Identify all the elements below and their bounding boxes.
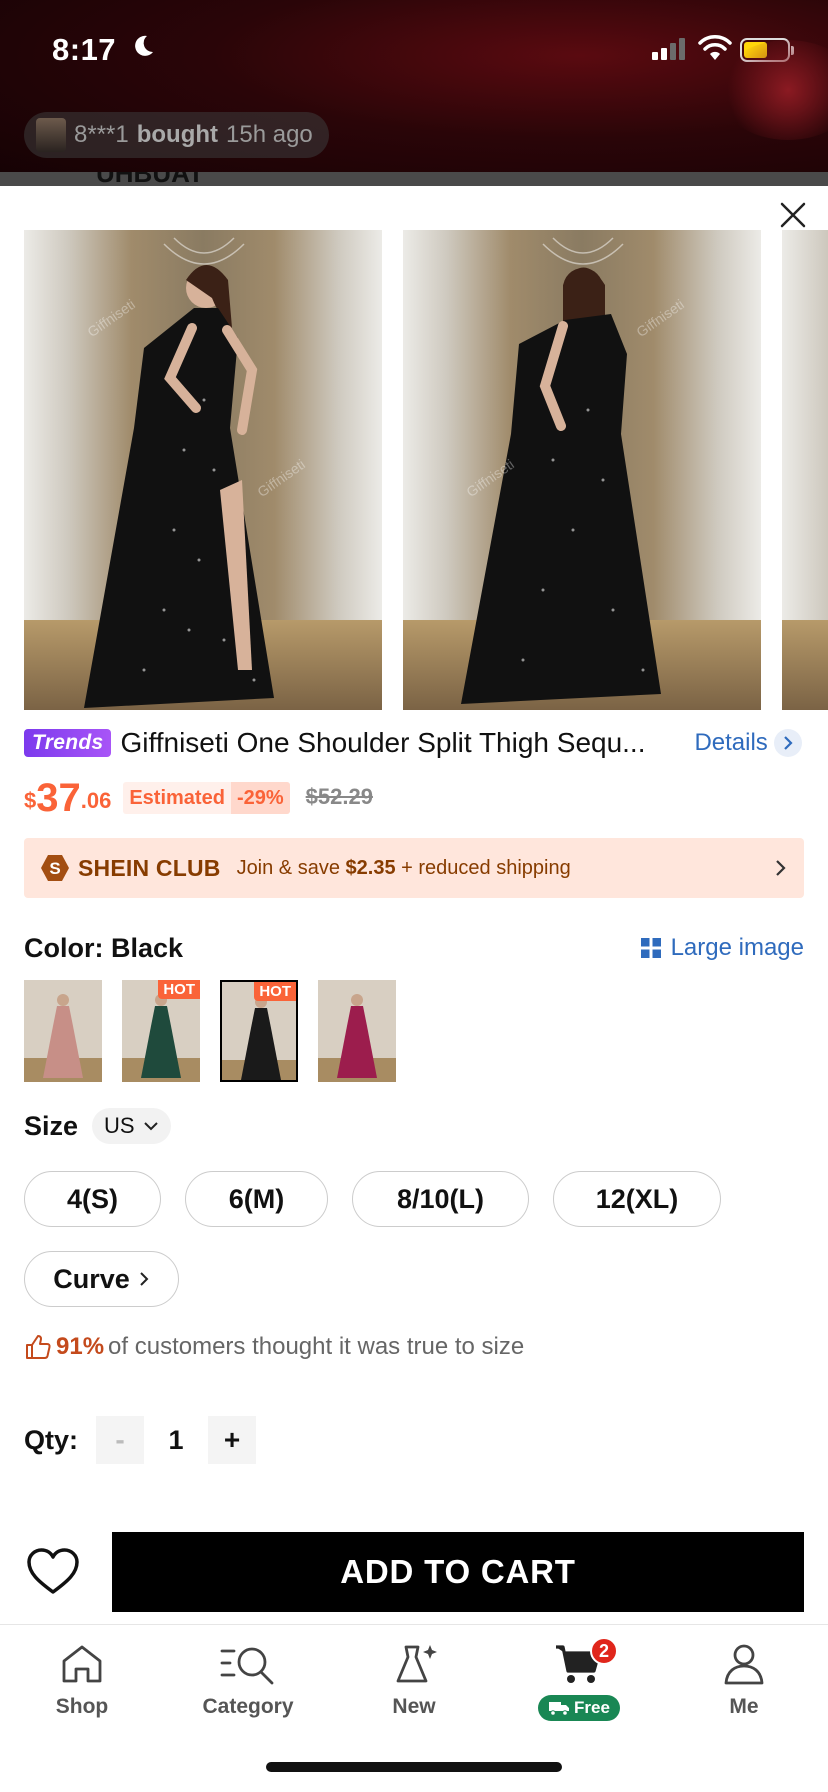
tab-me-label: Me xyxy=(729,1695,759,1718)
estimated-label: Estimated xyxy=(129,786,225,809)
product-photo-third[interactable] xyxy=(782,230,828,710)
background-peek-text: UHBUAT xyxy=(96,172,204,186)
thumbs-up-icon xyxy=(26,1335,51,1359)
club-save-amount: $2.35 xyxy=(345,856,396,879)
price-integer: 37 xyxy=(36,776,81,820)
tab-category-label: Category xyxy=(202,1695,294,1718)
moon-icon xyxy=(135,35,153,56)
grid-icon xyxy=(640,938,661,958)
quantity-row: Qty: - 1 + xyxy=(24,1416,256,1464)
purchase-action: bought xyxy=(136,121,219,148)
fit-percent: 91% xyxy=(56,1333,105,1360)
fit-feedback: 91% of customers thought it was true to … xyxy=(24,1330,524,1364)
original-price: $52.29 xyxy=(305,784,373,809)
size-label: Size xyxy=(24,1110,79,1141)
details-link[interactable]: Details xyxy=(694,729,802,757)
home-indicator[interactable] xyxy=(266,1762,562,1772)
chevron-right-icon xyxy=(773,729,802,757)
dress-sparkle-icon xyxy=(396,1645,437,1683)
curve-label: Curve xyxy=(53,1263,130,1294)
tab-shop[interactable]: Shop xyxy=(7,1643,157,1719)
details-label: Details xyxy=(694,729,768,756)
category-search-icon xyxy=(220,1647,274,1685)
hot-badge: HOT xyxy=(254,982,296,1001)
fit-text: of customers thought it was true to size xyxy=(108,1333,525,1360)
price-row: $ 37 .06 Estimated -29% $52.29 xyxy=(24,776,373,818)
tab-me[interactable]: Me xyxy=(669,1643,819,1719)
add-to-cart-button[interactable]: ADD TO CART xyxy=(112,1532,804,1612)
large-image-toggle[interactable]: Large image xyxy=(640,934,804,962)
hot-badge: HOT xyxy=(158,980,200,999)
close-icon[interactable] xyxy=(778,200,808,230)
chevron-right-icon xyxy=(776,860,786,876)
truck-icon xyxy=(549,1702,570,1716)
size-option-12xl[interactable]: 12(XL) xyxy=(553,1171,721,1227)
size-unit-value: US xyxy=(104,1113,135,1138)
chevron-right-icon xyxy=(140,1272,149,1286)
color-row: Color: Black Large image xyxy=(24,930,804,966)
tab-cart[interactable]: 2 Free xyxy=(504,1637,654,1721)
size-option-4s[interactable]: 4(S) xyxy=(24,1171,161,1227)
discount-percent: -29% xyxy=(230,782,290,814)
color-swatch-burgundy[interactable] xyxy=(318,980,396,1082)
tab-new[interactable]: New xyxy=(339,1643,489,1719)
color-swatch-green[interactable]: HOT xyxy=(122,980,200,1082)
status-bar: 8:17 xyxy=(0,30,828,70)
tab-new-label: New xyxy=(392,1695,436,1718)
battery-icon xyxy=(740,38,794,62)
curve-size-button[interactable]: Curve xyxy=(24,1251,179,1307)
background-page: 8:17 8***1 bought 15h ago xyxy=(0,0,828,186)
product-title: Giffniseti One Shoulder Split Thigh Sequ… xyxy=(120,727,646,758)
buyer-masked-name: 8***1 xyxy=(74,121,129,148)
quantity-decrease-button[interactable]: - xyxy=(96,1416,144,1464)
purchase-time: 15h ago xyxy=(226,121,313,148)
size-option-8-10l[interactable]: 8/10(L) xyxy=(352,1171,529,1227)
signal-icon xyxy=(652,38,685,60)
shein-club-name: SHEIN CLUB xyxy=(78,854,221,881)
shein-club-message: Join & save $2.35 + reduced shipping xyxy=(236,856,571,879)
shein-club-logo-icon: S xyxy=(41,855,69,881)
free-shipping-label: Free xyxy=(574,1698,610,1717)
price-decimal: .06 xyxy=(80,788,112,813)
cart-count-badge: 2 xyxy=(590,1637,618,1665)
tab-category[interactable]: Category xyxy=(173,1643,323,1719)
free-shipping-pill: Free xyxy=(538,1695,620,1721)
large-image-label: Large image xyxy=(670,934,804,961)
trends-badge: Trends xyxy=(24,729,112,757)
estimated-discount-tag: Estimated -29% xyxy=(123,782,290,814)
product-photo-back[interactable]: Giffniseti Giffniseti xyxy=(403,230,761,710)
color-swatch-black[interactable]: HOT xyxy=(220,980,298,1082)
size-row: Size US xyxy=(24,1106,171,1146)
person-icon xyxy=(724,1644,764,1685)
shein-club-banner[interactable]: S SHEIN CLUB Join & save $2.35 + reduced… xyxy=(24,838,804,898)
chevron-down-icon xyxy=(143,1122,158,1131)
color-label: Color: Black xyxy=(24,932,184,963)
wishlist-heart-icon[interactable] xyxy=(26,1548,80,1596)
background-peek-strip: UHBUAT xyxy=(0,172,828,186)
recent-purchase-toast: 8***1 bought 15h ago xyxy=(24,112,329,158)
quantity-label: Qty: xyxy=(24,1424,78,1455)
status-time: 8:17 xyxy=(52,32,117,67)
product-photo-front[interactable]: Giffniseti Giffniseti xyxy=(24,230,382,710)
product-gallery[interactable]: Giffniseti Giffniseti Giffniseti Giffnis… xyxy=(24,230,828,710)
product-title-row: Trends Giffniseti One Shoulder Split Thi… xyxy=(24,726,804,760)
tab-shop-label: Shop xyxy=(55,1695,109,1718)
wifi-icon xyxy=(698,35,732,60)
color-swatch-pink[interactable] xyxy=(24,980,102,1082)
price-currency: $ xyxy=(24,788,37,813)
quantity-value[interactable]: 1 xyxy=(144,1425,208,1456)
svg-text:S: S xyxy=(49,859,60,878)
buyer-thumbnail xyxy=(36,118,66,152)
quantity-increase-button[interactable]: + xyxy=(208,1416,256,1464)
size-option-6m[interactable]: 6(M) xyxy=(185,1171,328,1227)
size-unit-dropdown[interactable]: US xyxy=(92,1108,171,1144)
home-icon xyxy=(62,1645,102,1683)
